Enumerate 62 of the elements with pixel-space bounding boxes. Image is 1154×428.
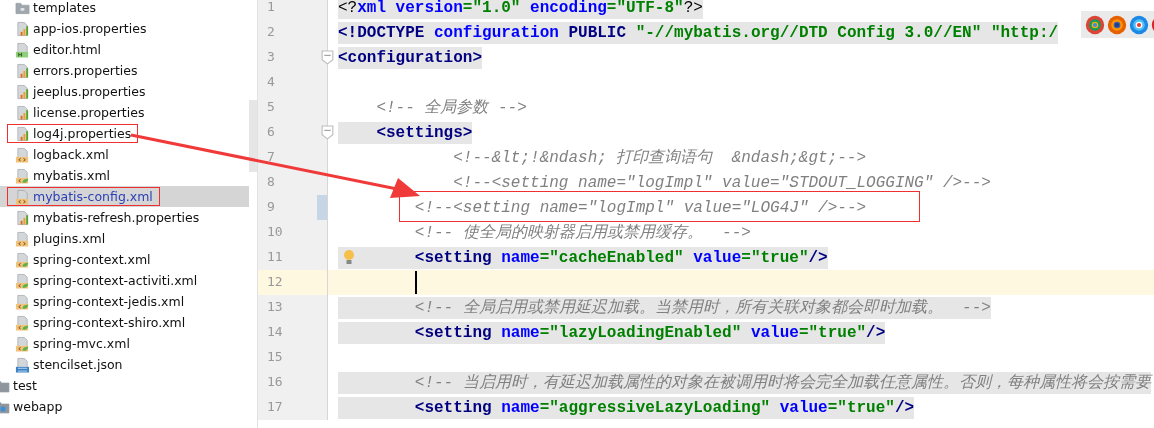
file-name: spring-context-activiti.xml <box>33 273 198 288</box>
file-name: logback.xml <box>33 147 109 162</box>
tree-item[interactable]: spring-mvc.xml <box>0 333 249 354</box>
tree-item[interactable]: spring-context.xml <box>0 249 249 270</box>
line-number: 13 <box>267 299 283 314</box>
file-name: mybatis.xml <box>33 168 111 183</box>
file-name: templates <box>33 0 96 15</box>
tree-item[interactable]: mybatis-refresh.properties <box>0 207 249 228</box>
tree-item[interactable]: errors.properties <box>0 60 249 81</box>
line-number: 5 <box>267 99 275 114</box>
tree-item[interactable]: templates <box>0 0 249 18</box>
line-number: 9 <box>267 199 275 214</box>
tree-item[interactable]: logback.xml <box>0 144 249 165</box>
line-number: 11 <box>267 249 283 264</box>
line-number: 16 <box>267 374 283 389</box>
file-name: spring-context-jedis.xml <box>33 294 185 309</box>
tree-item[interactable]: test <box>0 375 249 396</box>
file-name: stencilset.json <box>33 357 123 372</box>
line-number: 12 <box>267 274 283 289</box>
file-name: spring-mvc.xml <box>33 336 130 351</box>
tree-item[interactable]: mybatis-config.xml <box>0 186 249 207</box>
code-line: <!-- 使全局的映射器启用或禁用缓存。 --> <box>413 222 751 244</box>
file-name: mybatis-config.xml <box>33 189 153 204</box>
tree-item[interactable]: plugins.xml <box>0 228 249 249</box>
tree-item[interactable]: license.properties <box>0 102 249 123</box>
file-name: spring-context.xml <box>33 252 151 267</box>
line-number: 14 <box>267 324 283 339</box>
file-name: spring-context-shiro.xml <box>33 315 186 330</box>
line-number: 6 <box>267 124 275 139</box>
line-number: 3 <box>267 49 275 64</box>
code-line: <!-- 全局参数 --> <box>375 97 527 119</box>
tree-item[interactable]: spring-context-activiti.xml <box>0 270 249 291</box>
tree-item[interactable]: jeeplus.properties <box>0 81 249 102</box>
line-number: 10 <box>267 224 283 239</box>
file-name: log4j.properties <box>33 126 132 141</box>
folder-name: test <box>13 378 37 393</box>
file-name: errors.properties <box>33 63 138 78</box>
line-number: 15 <box>267 349 283 364</box>
tree-item[interactable]: app-ios.properties <box>0 18 249 39</box>
tree-item[interactable]: webapp <box>0 396 249 417</box>
code-line: <!--<setting name="logImpl" value="STDOUT_LOGGING" />--> <box>452 172 991 194</box>
tree-item[interactable]: spring-context-shiro.xml <box>0 312 249 333</box>
tree-item[interactable]: editor.html <box>0 39 249 60</box>
file-name: mybatis-refresh.properties <box>33 210 200 225</box>
line-number: 8 <box>267 174 275 189</box>
tree-item[interactable]: mybatis.xml <box>0 165 249 186</box>
file-name: editor.html <box>33 42 102 57</box>
line-number: 1 <box>267 0 275 14</box>
file-name: app-ios.properties <box>33 21 147 36</box>
line-number: 17 <box>267 399 283 414</box>
tree-item[interactable]: log4j.properties <box>0 123 249 144</box>
tree-item[interactable]: spring-context-jedis.xml <box>0 291 249 312</box>
file-name: jeeplus.properties <box>33 84 146 99</box>
file-name: license.properties <box>33 105 145 120</box>
line-number: 2 <box>267 24 275 39</box>
line-number: 7 <box>267 149 275 164</box>
folder-name: webapp <box>13 399 63 414</box>
tree-item[interactable]: stencilset.json <box>0 354 249 375</box>
file-name: plugins.xml <box>33 231 106 246</box>
code-line: <!--<setting name="logImpl" value="LOG4J" />--> <box>413 197 867 219</box>
code-line: <!--&lt;!&ndash; 打印查询语句 &ndash;&gt;--> <box>452 147 867 169</box>
line-number: 4 <box>267 74 275 89</box>
